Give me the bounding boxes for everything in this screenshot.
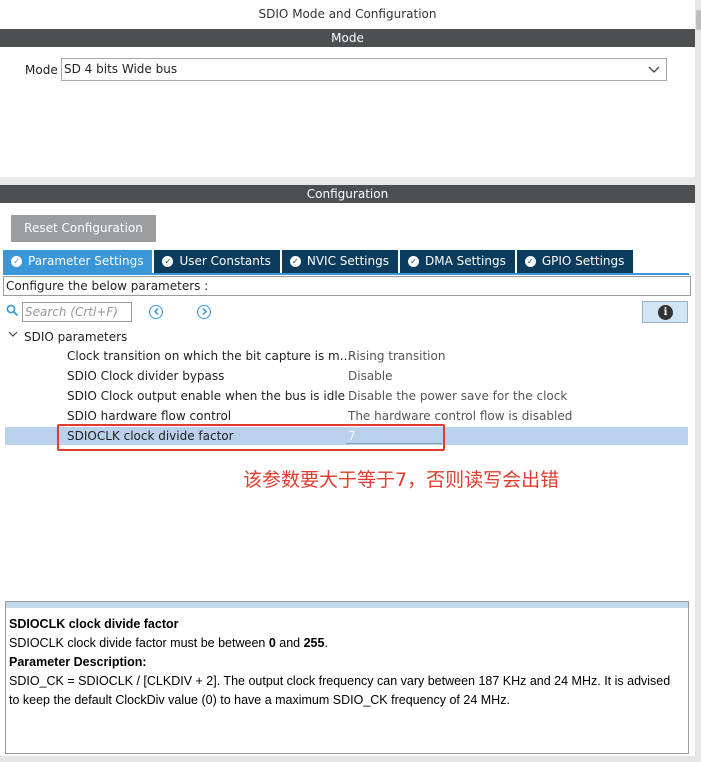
tab-user-constants[interactable]: ✓ User Constants <box>154 250 280 273</box>
param-value[interactable]: Disable <box>348 368 393 384</box>
panel-title: SDIO Mode and Configuration <box>258 7 437 21</box>
settings-tabs: ✓ Parameter Settings ✓ User Constants ✓ … <box>3 250 635 273</box>
description-content: SDIOCLK clock divide factor SDIOCLK cloc… <box>9 615 679 710</box>
right-scrollbar-track[interactable] <box>695 0 701 762</box>
param-value[interactable]: The hardware control flow is disabled <box>348 408 572 424</box>
tab-dma-settings[interactable]: ✓ DMA Settings <box>399 250 515 273</box>
highlight-annotation-box <box>57 424 445 451</box>
check-circle-icon: ✓ <box>407 256 419 267</box>
info-button[interactable]: i <box>642 301 688 323</box>
description-range: SDIOCLK clock divide factor must be betw… <box>9 636 328 650</box>
tab-label: Parameter Settings <box>28 254 144 268</box>
bottom-scrollbar-track[interactable] <box>0 756 695 762</box>
param-value[interactable]: Rising transition <box>348 348 445 364</box>
mode-select-value: SD 4 bits Wide bus <box>64 62 178 76</box>
tab-underline <box>3 273 689 275</box>
check-circle-icon: ✓ <box>11 256 22 267</box>
check-circle-icon: ✓ <box>162 256 174 267</box>
tab-nvic-settings[interactable]: ✓ NVIC Settings <box>281 250 398 273</box>
param-name[interactable]: SDIO hardware flow control <box>67 408 231 424</box>
description-panel: SDIOCLK clock divide factor SDIOCLK cloc… <box>5 601 689 754</box>
tab-gpio-settings[interactable]: ✓ GPIO Settings <box>516 250 634 273</box>
reset-configuration-button[interactable]: Reset Configuration <box>11 215 156 242</box>
mode-select[interactable]: SD 4 bits Wide bus <box>61 58 667 81</box>
check-circle-icon: ✓ <box>524 256 536 267</box>
group-sdio-parameters[interactable]: SDIO parameters <box>8 329 127 345</box>
search-next-button[interactable] <box>197 305 211 319</box>
mode-section-header: Mode <box>0 29 695 47</box>
search-previous-button[interactable] <box>149 305 163 319</box>
chevron-down-icon[interactable] <box>8 329 18 345</box>
configure-instructions: Configure the below parameters : <box>3 276 691 296</box>
tab-parameter-settings[interactable]: ✓ Parameter Settings <box>3 250 153 273</box>
param-description-text: SDIO_CK = SDIOCLK / [CLKDIV + 2]. The ou… <box>9 674 671 707</box>
section-divider <box>0 177 695 185</box>
description-header-bar <box>6 602 688 608</box>
tab-label: NVIC Settings <box>306 254 389 268</box>
param-name[interactable]: SDIO Clock output enable when the bus is… <box>67 388 345 404</box>
tab-label: GPIO Settings <box>541 254 625 268</box>
chevron-down-icon[interactable] <box>648 59 660 87</box>
mode-label: Mode <box>25 63 58 77</box>
configuration-section-header: Configuration <box>0 185 695 203</box>
param-name[interactable]: SDIO Clock divider bypass <box>67 368 224 384</box>
search-input[interactable] <box>22 302 132 322</box>
description-title: SDIOCLK clock divide factor <box>9 617 179 631</box>
range-min: 0 <box>268 636 276 650</box>
right-scrollbar-thumb[interactable] <box>696 10 701 30</box>
group-label: SDIO parameters <box>24 330 128 344</box>
param-value[interactable]: Disable the power save for the clock <box>348 388 567 404</box>
annotation-text: 该参数要大于等于7，否则读写会出错 <box>243 469 560 491</box>
tab-label: DMA Settings <box>424 254 506 268</box>
param-name[interactable]: Clock transition on which the bit captur… <box>67 348 351 364</box>
tab-label: User Constants <box>179 254 271 268</box>
info-icon: i <box>658 305 673 320</box>
range-max: 255 <box>303 636 325 650</box>
search-icon[interactable] <box>6 304 19 317</box>
param-description-label: Parameter Description: <box>9 655 147 669</box>
check-circle-icon: ✓ <box>289 256 301 267</box>
